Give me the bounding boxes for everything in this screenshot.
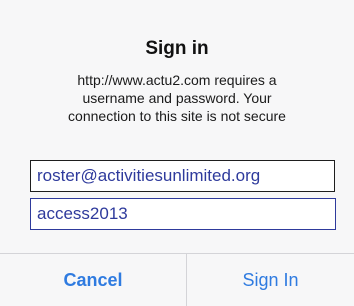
cancel-button[interactable]: Cancel [0, 254, 186, 306]
message-line: connection to this site is not secure [68, 108, 286, 124]
dialog-title: Sign in [145, 38, 209, 59]
username-field[interactable]: roster@activitiesunlimited.org [30, 160, 335, 192]
message-line: http://www.actu2.com requires a [77, 72, 277, 88]
message-line: username and password. Your [82, 90, 272, 106]
username-field-edge [334, 160, 335, 192]
password-value: access2013 [37, 204, 128, 223]
sign-in-dialog: Sign in http://www.actu2.com requires a … [0, 0, 354, 306]
dialog-message: http://www.actu2.com requires a username… [30, 71, 324, 125]
sign-in-button[interactable]: Sign In [187, 254, 354, 306]
username-value: roster@activitiesunlimited.org [37, 166, 261, 185]
password-field[interactable]: access2013 [30, 198, 336, 230]
